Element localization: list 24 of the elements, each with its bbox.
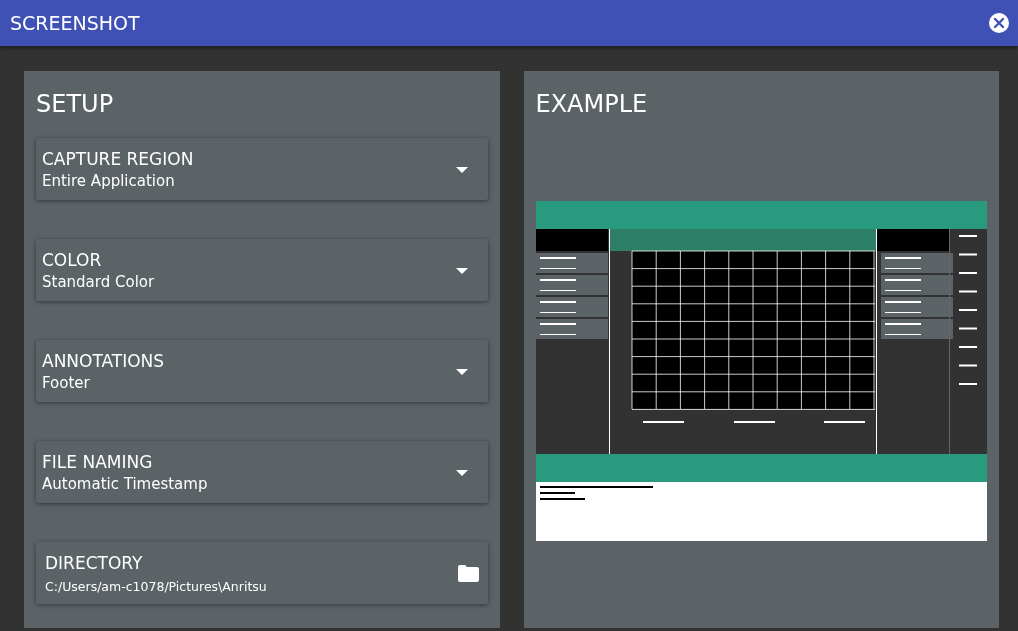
setting-card[interactable]: DIRECTORY C:/Users/am-c1078/Pictures\Anritsu <box>36 542 488 604</box>
caret-icon <box>455 369 468 375</box>
setting-value: Entire Application <box>42 171 176 190</box>
panel-heading: EXAMPLE <box>535 89 649 119</box>
setting-label: CAPTURE REGION <box>42 148 194 169</box>
caret-icon <box>455 167 468 173</box>
window-title: SCREENSHOT <box>10 12 140 34</box>
setting-card[interactable]: ANNOTATIONS Footer <box>36 340 488 402</box>
caret-icon <box>455 268 468 274</box>
setting-card[interactable]: FILE NAMING Automatic Timestamp <box>36 441 488 503</box>
setting-value: Automatic Timestamp <box>42 474 208 493</box>
setting-value: Standard Color <box>42 272 155 291</box>
setting-label: COLOR <box>42 249 103 270</box>
setting-value: Footer <box>42 373 91 392</box>
setting-card[interactable]: CAPTURE REGION Entire Application <box>36 138 488 200</box>
setting-label: ANNOTATIONS <box>42 350 165 371</box>
setting-card[interactable]: COLOR Standard Color <box>36 239 488 301</box>
setting-label: DIRECTORY <box>45 552 144 573</box>
panel-heading: SETUP <box>36 89 115 119</box>
setting-value: C:/Users/am-c1078/Pictures\Anritsu <box>45 578 267 594</box>
close-button[interactable] <box>989 13 1009 33</box>
setting-label: FILE NAMING <box>42 451 154 472</box>
caret-icon <box>455 470 468 476</box>
folder-icon[interactable] <box>456 564 479 582</box>
